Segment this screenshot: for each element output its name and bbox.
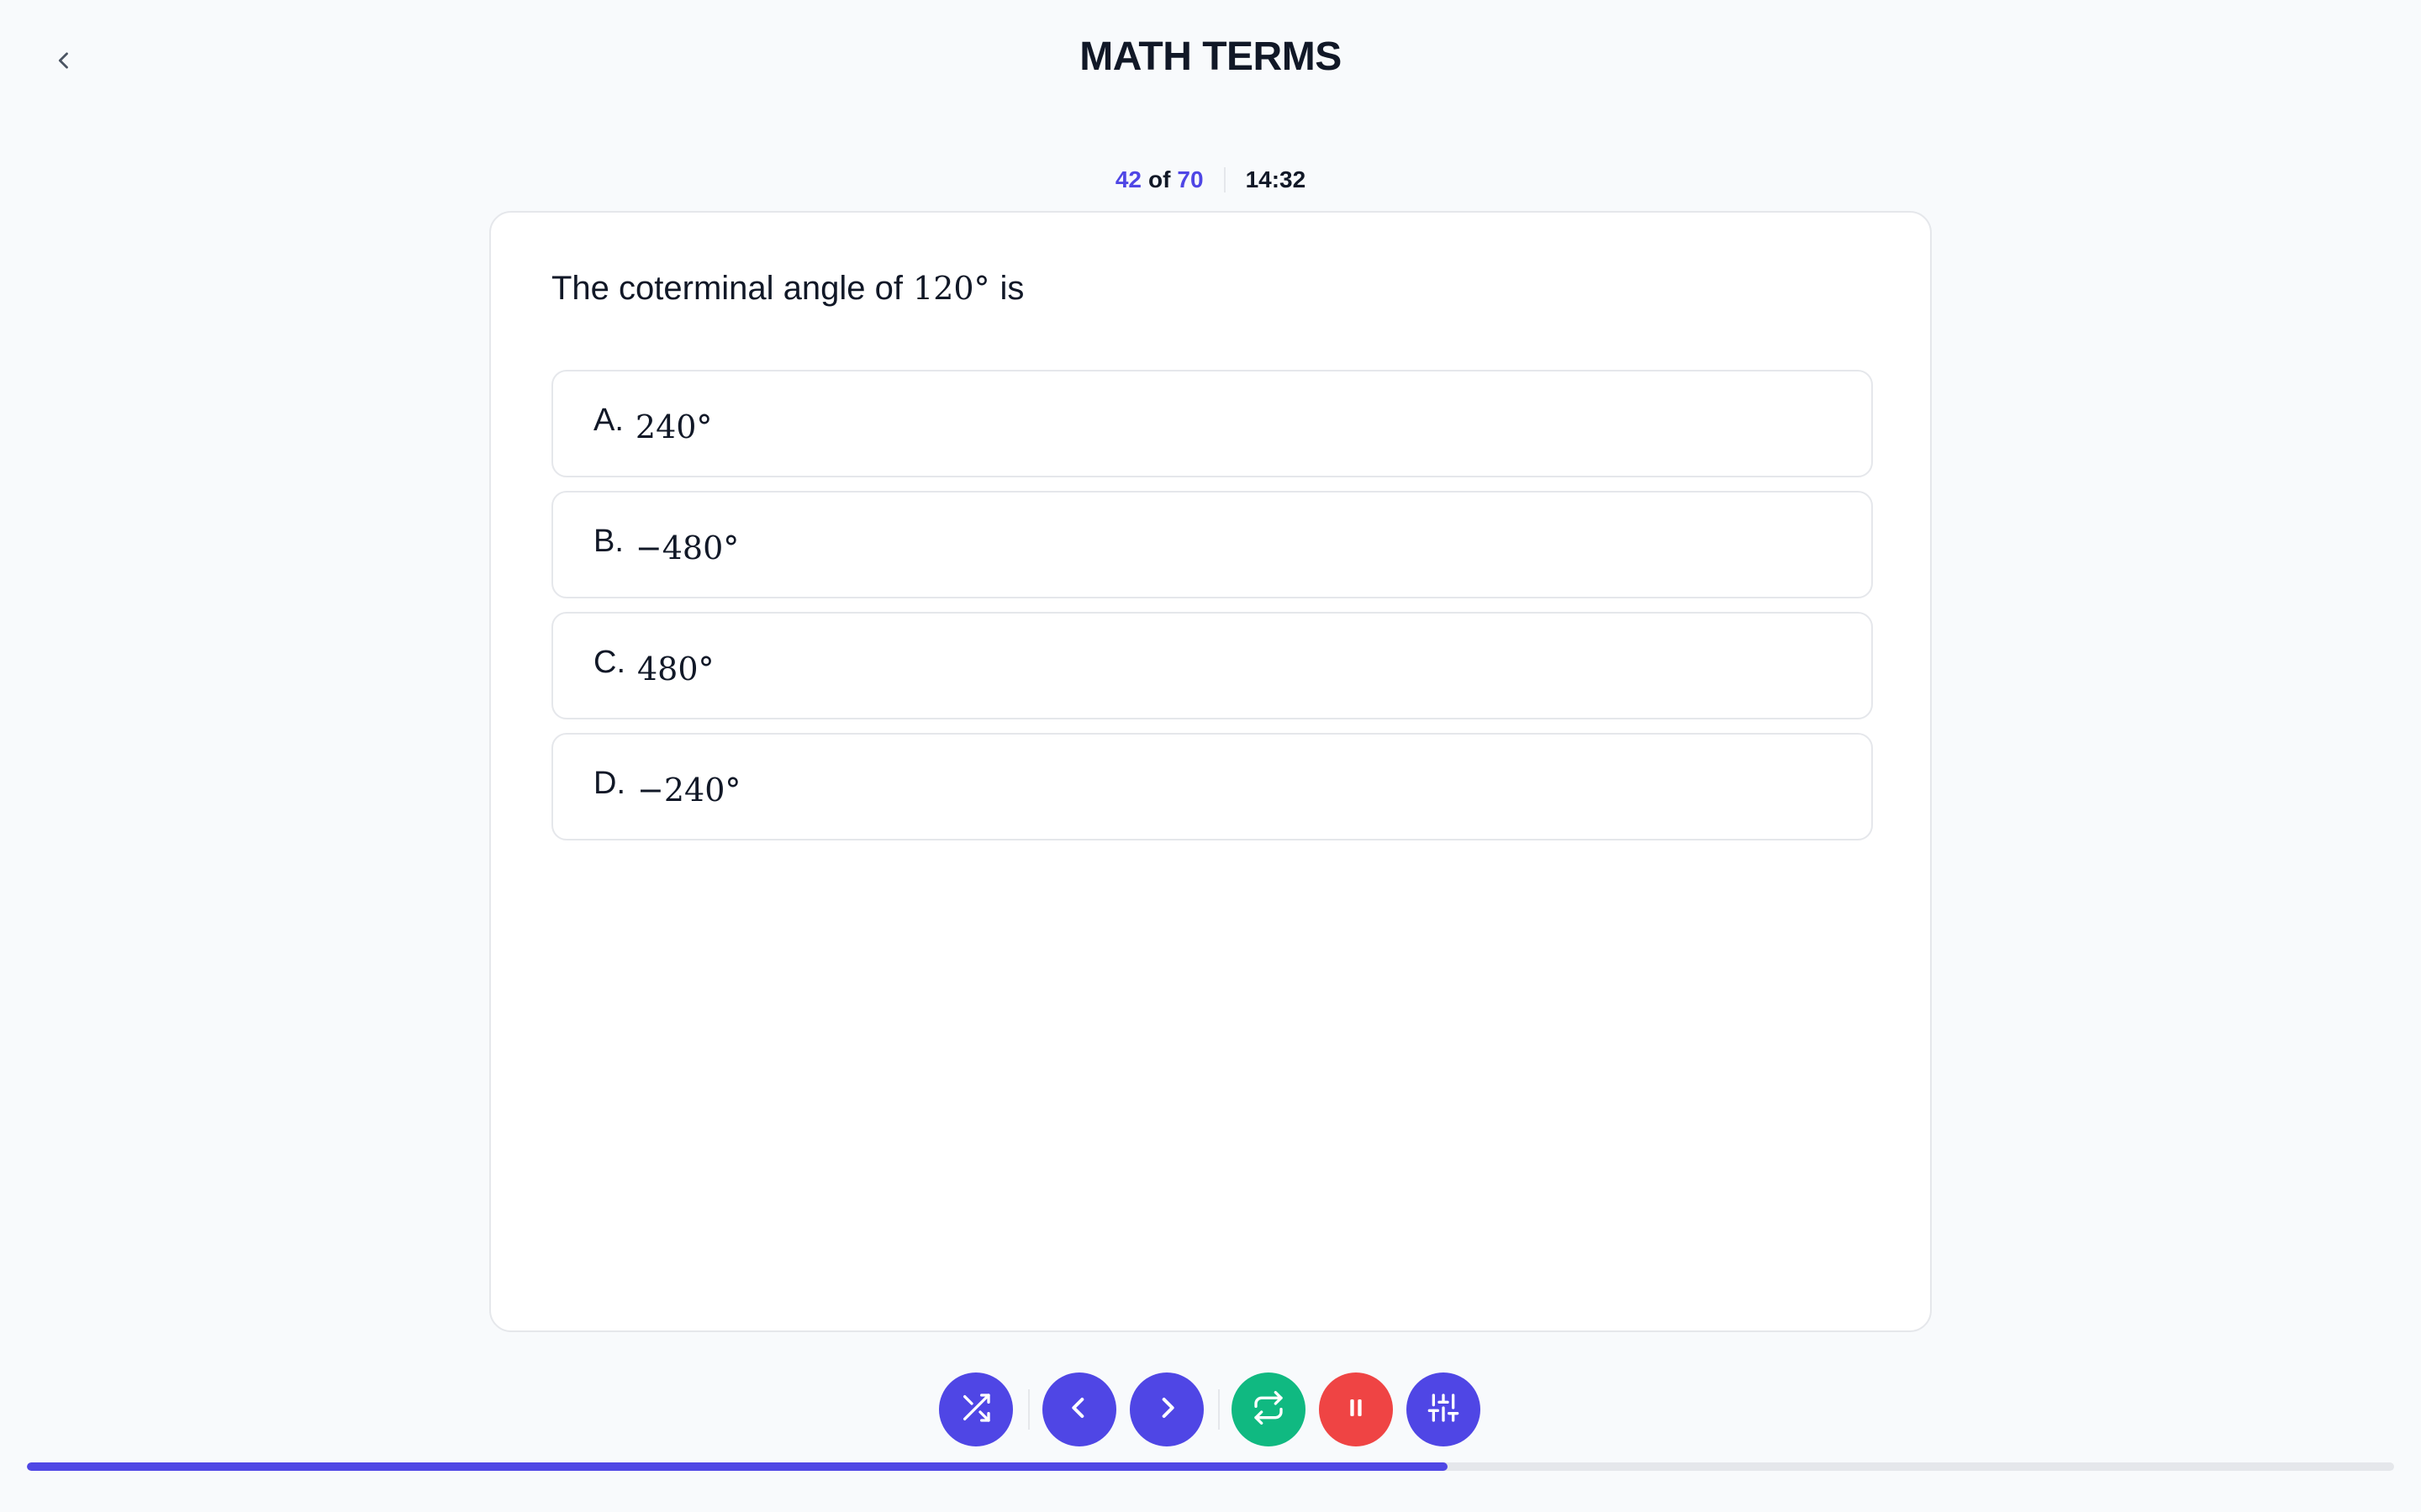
status-divider — [1223, 167, 1226, 192]
option-value: 480° — [637, 651, 715, 688]
of-label: of — [1147, 166, 1171, 192]
shuffle-button[interactable] — [939, 1372, 1013, 1446]
option-value: −240° — [637, 772, 741, 809]
question-math: 120° — [913, 270, 990, 307]
control-divider — [1028, 1389, 1030, 1430]
option-b[interactable]: B. −480° — [551, 491, 1873, 598]
control-divider — [1218, 1389, 1220, 1430]
repeat-button[interactable] — [1232, 1372, 1305, 1446]
sliders-icon — [1427, 1391, 1460, 1429]
shuffle-icon — [959, 1391, 993, 1429]
pause-icon — [1339, 1391, 1373, 1429]
repeat-icon — [1252, 1390, 1285, 1429]
current-question-number: 42 — [1115, 166, 1142, 192]
option-letter: C. — [593, 644, 625, 680]
control-bar — [0, 1372, 2421, 1446]
timer: 14:32 — [1245, 166, 1306, 192]
option-value: 240° — [635, 408, 713, 445]
chevron-right-icon — [1150, 1391, 1184, 1429]
chevron-left-icon — [1063, 1391, 1096, 1429]
answer-options: A. 240° B. −480° C. 480° D. −240° — [551, 370, 1873, 854]
pause-button[interactable] — [1319, 1372, 1393, 1446]
option-a[interactable]: A. 240° — [551, 370, 1873, 477]
option-value: −480° — [635, 529, 740, 566]
question-status: 42 of 70 14:32 — [0, 166, 2421, 193]
question-suffix: is — [1000, 270, 1025, 307]
page-title: MATH TERMS — [1079, 34, 1342, 79]
progress-bar — [27, 1462, 2394, 1471]
previous-button[interactable] — [1042, 1372, 1116, 1446]
option-letter: B. — [593, 523, 624, 559]
question-prefix: The coterminal angle of — [551, 270, 904, 307]
next-button[interactable] — [1130, 1372, 1204, 1446]
question-text: The coterminal angle of 120° is — [551, 270, 1024, 308]
option-letter: D. — [593, 765, 625, 801]
option-d[interactable]: D. −240° — [551, 733, 1873, 840]
total-questions: 70 — [1177, 166, 1204, 192]
option-c[interactable]: C. 480° — [551, 612, 1873, 719]
question-card: The coterminal angle of 120° is A. 240° B.… — [489, 211, 1932, 1332]
settings-button[interactable] — [1406, 1372, 1480, 1446]
option-letter: A. — [593, 402, 624, 438]
progress-fill — [27, 1462, 1448, 1471]
